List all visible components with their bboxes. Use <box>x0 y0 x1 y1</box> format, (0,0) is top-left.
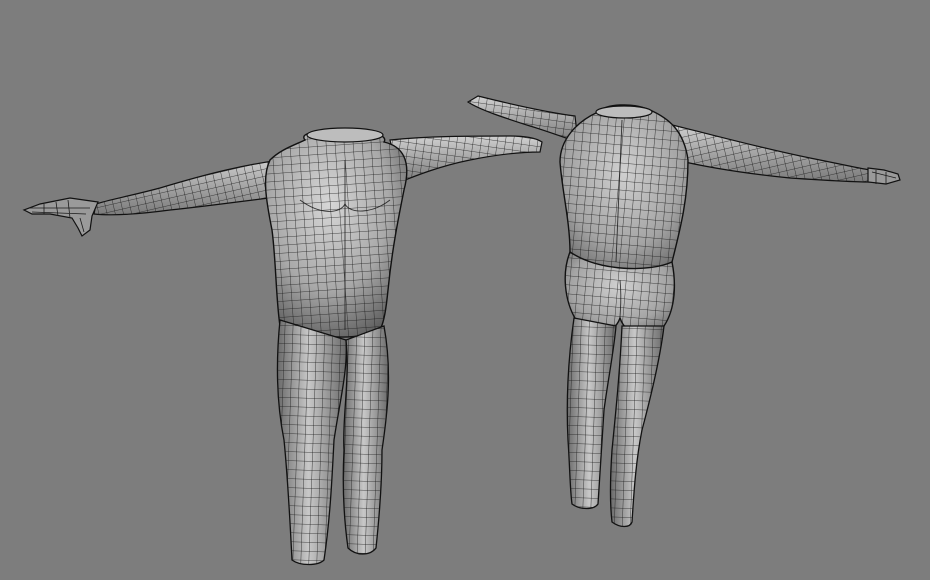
front-right-arm <box>389 135 543 183</box>
viewport-scene[interactable] <box>0 0 930 580</box>
back-right-leg <box>609 325 665 528</box>
front-left-leg <box>276 319 347 566</box>
front-torso <box>264 127 408 338</box>
front-right-leg <box>342 325 390 555</box>
back-torso <box>559 104 689 273</box>
mesh-back-view[interactable] <box>466 95 901 528</box>
back-right-hand <box>867 167 901 185</box>
mesh-front-view[interactable] <box>22 127 543 566</box>
back-left-leg <box>566 317 617 510</box>
back-left-arm <box>466 95 579 143</box>
back-right-arm <box>667 123 871 183</box>
3d-viewport[interactable] <box>0 0 930 580</box>
front-left-hand <box>22 197 99 237</box>
